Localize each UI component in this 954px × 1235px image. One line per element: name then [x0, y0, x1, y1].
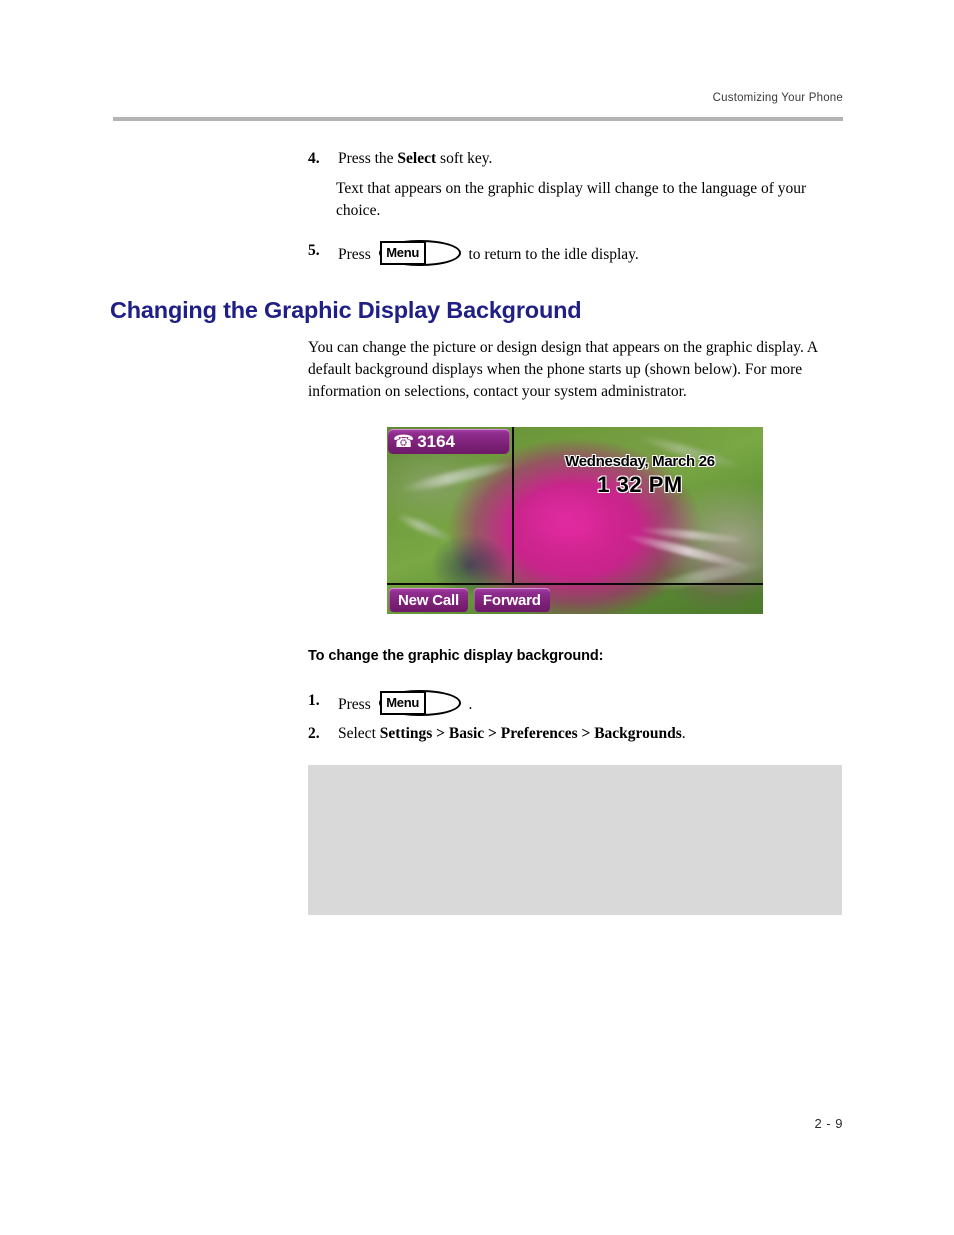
step-1: 1. Press Menu .	[308, 690, 868, 716]
phone-idle-display-figure: ☎ 3164 Wednesday, March 26 1 32 PM New C…	[387, 427, 763, 614]
menu-key-cap-label-2: Menu	[379, 691, 426, 715]
step-5-number-visible: 5.	[308, 242, 320, 259]
soft-key-new-call[interactable]: New Call	[389, 588, 468, 612]
running-header: Customizing Your Phone	[712, 92, 843, 104]
menu-key-cap-label: Menu	[379, 241, 426, 265]
step-4-text-before: Press the	[338, 150, 398, 167]
step-2-text-before: Select	[338, 725, 380, 742]
step-1-text-before: Press	[338, 696, 375, 713]
step-2: 2. Select Settings > Basic > Preferences…	[308, 723, 868, 745]
step-1-body: Press Menu .	[338, 690, 472, 716]
step-1-number: 1.	[308, 692, 320, 709]
figure-placeholder-block	[308, 765, 842, 915]
soft-key-row: New Call Forward	[389, 588, 550, 612]
step-5-body: Press Menu to return to the idle display…	[338, 240, 639, 266]
step-4-bold-term: Select	[397, 150, 437, 167]
telephone-handset-icon: ☎	[393, 431, 415, 451]
step-5-text-after: to return to the idle display.	[464, 246, 639, 263]
step-4-text-after: soft key.	[436, 150, 493, 167]
idle-time-label: 1 32 PM	[597, 472, 683, 497]
menu-hard-key-icon-2[interactable]: Menu	[378, 690, 461, 716]
step-1-text-after: .	[464, 696, 473, 713]
step-2-number: 2.	[308, 725, 320, 742]
line-key-3164[interactable]: ☎ 3164	[388, 429, 510, 454]
step-4-text: Press the Select soft key.	[338, 148, 492, 170]
step-5-row: 5. Press Menu to return to the idle disp…	[308, 240, 868, 266]
step-2-text-after: .	[681, 725, 686, 742]
menu-hard-key-icon[interactable]: Menu	[378, 240, 461, 266]
step-2-menu-path: Settings > Basic > Preferences > Backgro…	[379, 725, 682, 742]
step-5-text-before: Press	[338, 246, 375, 263]
date-time-block: Wednesday, March 26 1 32 PM	[517, 453, 763, 498]
screen-horizontal-divider	[387, 583, 763, 585]
step-4-note: Text that appears on the graphic display…	[336, 180, 807, 219]
procedure-subheading: To change the graphic display background…	[308, 648, 604, 664]
page-number: 2 - 9	[814, 1116, 843, 1131]
soft-key-forward[interactable]: Forward	[473, 588, 550, 612]
step-4: 4. Press the Select soft key.	[308, 148, 848, 170]
section-heading: Changing the Graphic Display Background	[110, 297, 582, 323]
screen-vertical-divider	[512, 427, 514, 584]
idle-date-label: Wednesday, March 26	[565, 453, 715, 470]
step-2-body: Select Settings > Basic > Preferences > …	[338, 723, 686, 745]
line-key-extension-label: 3164	[417, 432, 456, 451]
section-paragraph: You can change the picture or design des…	[308, 339, 818, 400]
step-4-number: 4.	[308, 150, 320, 167]
header-rule	[113, 117, 843, 121]
